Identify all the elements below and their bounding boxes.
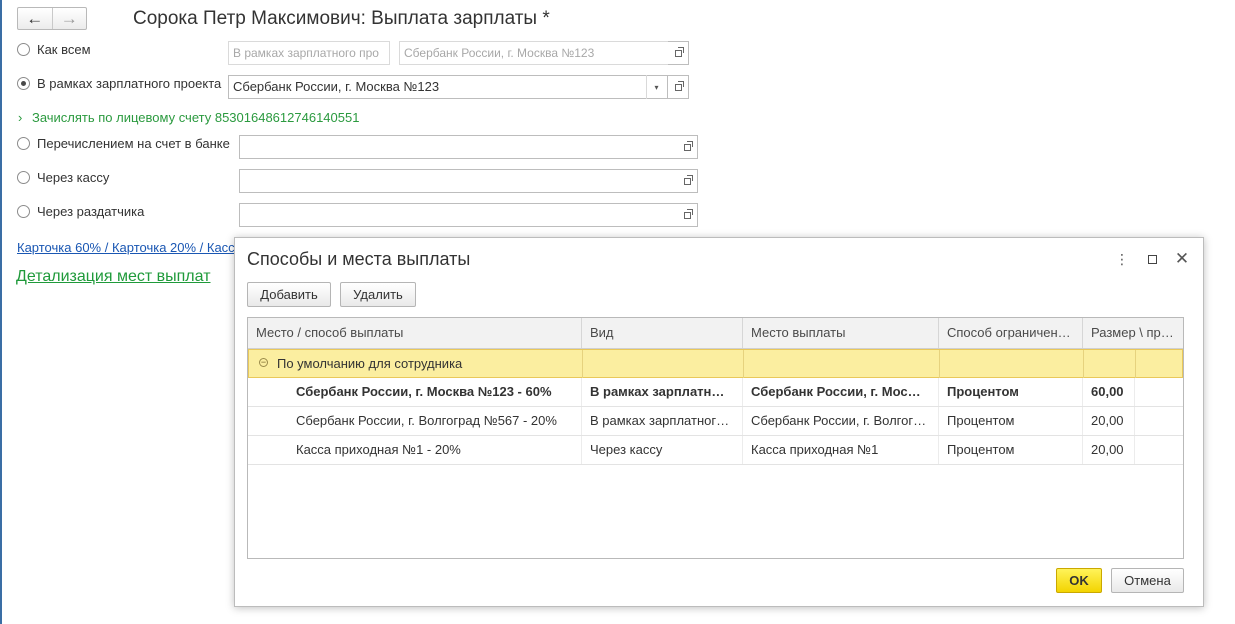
chevron-down-icon: ▾ [654, 82, 659, 92]
table-group-row[interactable]: − По умолчанию для сотрудника [248, 349, 1183, 378]
cell-kind: Через кассу [582, 436, 743, 464]
dialog-close-button[interactable]: ✕ [1173, 249, 1191, 268]
radio-bank-transfer-label: Перечислением на счет в банке [37, 136, 230, 151]
cell-method: Процентом [939, 407, 1083, 435]
cell-size: 20,00 [1083, 407, 1135, 435]
cell-kind: В рамках зарплатн… [582, 378, 743, 406]
back-button[interactable]: ← [18, 8, 53, 29]
salary-project-field[interactable]: Сбербанк России, г. Москва №123 [228, 75, 668, 99]
column-header-size[interactable]: Размер \ пр… [1083, 318, 1183, 348]
salary-project-open-button[interactable] [668, 75, 689, 99]
payment-methods-dialog: Способы и места выплаты ⋮ ✕ Добавить Уда… [234, 237, 1204, 607]
cell-location: Сбербанк России, г. Волгог… [743, 407, 939, 435]
salary-project-dropdown[interactable]: ▾ [646, 75, 666, 99]
radio-like-all-label: Как всем [37, 42, 91, 57]
arrow-right-icon: → [60, 9, 78, 28]
more-vertical-icon: ⋮ [1115, 250, 1129, 267]
open-form-icon [674, 46, 684, 57]
payment-summary-link[interactable]: Карточка 60% / Карточка 20% / Касс [17, 240, 235, 255]
group-row-label: По умолчанию для сотрудника [269, 350, 583, 378]
cell-location: Сбербанк России, г. Мос… [743, 378, 939, 406]
cell-place: Касса приходная №1 - 20% [288, 436, 582, 464]
table-header: Место / способ выплаты Вид Место выплаты… [248, 318, 1183, 349]
cell-method: Процентом [939, 436, 1083, 464]
group-cell [744, 350, 940, 378]
salary-project-value: Сбербанк России, г. Москва №123 [233, 79, 440, 94]
radio-cashbox[interactable] [17, 171, 30, 184]
radio-distributor[interactable] [17, 205, 30, 218]
radio-bank-transfer[interactable] [17, 137, 30, 150]
cell-method: Процентом [939, 378, 1083, 406]
dialog-title: Способы и места выплаты [247, 249, 471, 269]
ok-button[interactable]: OK [1056, 568, 1102, 593]
like-all-project-field: В рамках зарплатного про [228, 41, 390, 65]
group-cell [1084, 350, 1136, 378]
add-button[interactable]: Добавить [247, 282, 331, 307]
group-cell [583, 350, 744, 378]
cell-size: 20,00 [1083, 436, 1135, 464]
payment-methods-table[interactable]: Место / способ выплаты Вид Место выплаты… [247, 317, 1184, 559]
like-all-open-button[interactable] [668, 41, 689, 65]
page-title: Сорока Петр Максимович: Выплата зарплаты… [133, 8, 550, 29]
close-icon: ✕ [1174, 249, 1190, 268]
bank-transfer-field[interactable] [239, 135, 678, 159]
navigation-buttons: ← → [17, 7, 87, 30]
forward-button[interactable]: → [53, 8, 87, 29]
table-row[interactable]: Сбербанк России, г. Москва №123 - 60% В … [248, 378, 1183, 407]
distributor-open-button[interactable] [677, 203, 698, 227]
radio-distributor-label: Через раздатчика [37, 204, 145, 219]
column-header-kind[interactable]: Вид [582, 318, 743, 348]
open-form-icon [683, 174, 693, 185]
open-form-icon [683, 140, 693, 151]
radio-salary-project-label: В рамках зарплатного проекта [37, 76, 222, 91]
table-row[interactable]: Сбербанк России, г. Волгоград №567 - 20%… [248, 407, 1183, 436]
group-cell [940, 350, 1084, 378]
distributor-field[interactable] [239, 203, 678, 227]
arrow-left-icon: ← [26, 9, 44, 28]
cell-location: Касса приходная №1 [743, 436, 939, 464]
cell-place: Сбербанк России, г. Москва №123 - 60% [288, 378, 582, 406]
cashbox-field[interactable] [239, 169, 678, 193]
cell-kind: В рамках зарплатног… [582, 407, 743, 435]
account-expand[interactable]: › Зачислять по лицевому счету 8530164861… [18, 110, 359, 125]
column-header-method[interactable]: Способ ограничен… [939, 318, 1083, 348]
chevron-right-icon: › [18, 110, 23, 125]
column-header-location[interactable]: Место выплаты [743, 318, 939, 348]
bank-transfer-open-button[interactable] [677, 135, 698, 159]
radio-cashbox-label: Через кассу [37, 170, 110, 185]
cashbox-open-button[interactable] [677, 169, 698, 193]
radio-like-all[interactable] [17, 43, 30, 56]
table-row[interactable]: Касса приходная №1 - 20% Через кассу Кас… [248, 436, 1183, 465]
like-all-bank-field: Сбербанк России, г. Москва №123 [399, 41, 669, 65]
open-form-icon [683, 208, 693, 219]
column-header-place[interactable]: Место / способ выплаты [248, 318, 582, 348]
payment-details-link[interactable]: Детализация мест выплат [16, 268, 211, 286]
window-left-border [0, 0, 2, 624]
cell-size: 60,00 [1083, 378, 1135, 406]
collapse-icon[interactable]: − [259, 358, 268, 367]
cell-place: Сбербанк России, г. Волгоград №567 - 20% [288, 407, 582, 435]
dialog-menu-button[interactable]: ⋮ [1113, 250, 1131, 268]
open-form-icon [674, 80, 684, 91]
radio-salary-project[interactable] [17, 77, 30, 90]
maximize-icon [1147, 254, 1157, 264]
delete-button[interactable]: Удалить [340, 282, 416, 307]
dialog-maximize-button[interactable] [1143, 250, 1161, 268]
cancel-button[interactable]: Отмена [1111, 568, 1184, 593]
account-link[interactable]: Зачислять по лицевому счету 853016486127… [32, 110, 359, 125]
